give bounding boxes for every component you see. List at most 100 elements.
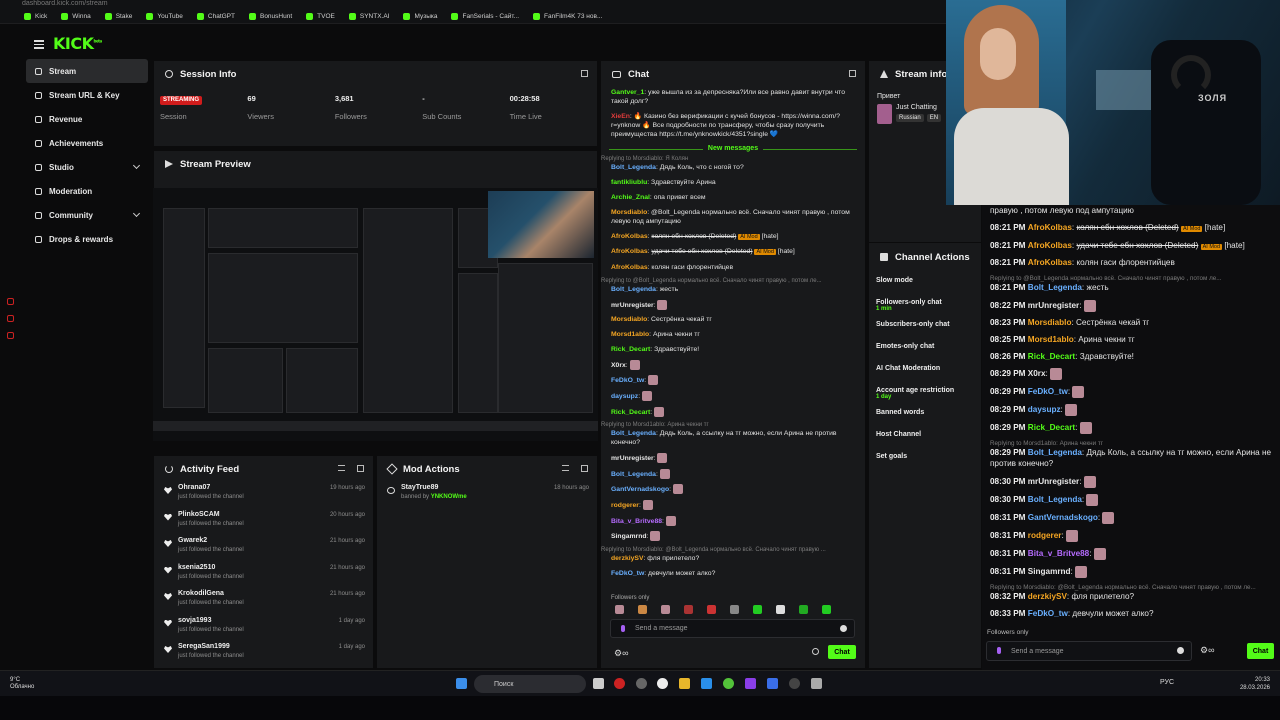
chat-message[interactable]: 08:29 PM X0rx:: [982, 368, 1280, 381]
chat-username[interactable]: AfroKolbas: [1028, 223, 1072, 232]
chat-username[interactable]: Gantver_1: [611, 89, 644, 96]
sidebar-item-community[interactable]: Community: [26, 203, 148, 227]
chat-message[interactable]: Bolt_Legenda:: [601, 468, 865, 479]
chat-username[interactable]: AfroKolbas: [1028, 241, 1072, 250]
bookmark-item[interactable]: Kick: [24, 13, 47, 20]
chat-username[interactable]: Bolt_Legenda: [611, 430, 656, 437]
chat-username[interactable]: Singamrnd: [1028, 567, 1071, 576]
chat-message[interactable]: Gantver_1: уже вышла из за депресняка?Ил…: [601, 88, 865, 106]
chat-message[interactable]: 08:31 PM Singamrnd:: [982, 565, 1280, 578]
bookmark-item[interactable]: YouTube: [146, 13, 183, 20]
yandex-icon[interactable]: [657, 678, 668, 689]
chat-username[interactable]: Bolt_Legenda: [1028, 495, 1082, 504]
lock-icon[interactable]: [7, 315, 14, 322]
bookmark-item[interactable]: ChatGPT: [196, 13, 235, 20]
chat-username[interactable]: rodgerer: [1028, 531, 1062, 540]
chat-message[interactable]: Bolt_Legenda: Дядь Коль, что с ногой то?: [601, 163, 865, 172]
opera-icon[interactable]: [614, 678, 625, 689]
chat-message[interactable]: 08:31 PM GantVernadskogo:: [982, 511, 1280, 524]
taskview-icon[interactable]: [593, 678, 604, 689]
channel-action-set-goals[interactable]: Set goals: [869, 453, 981, 475]
chat-message[interactable]: rodgerer:: [601, 499, 865, 510]
sidebar-item-achievements[interactable]: Achievements: [26, 131, 148, 155]
chat-message[interactable]: Morsdiablo: @Bolt_Legenda нормально всё.…: [601, 208, 865, 226]
sidebar-item-stream-url-key[interactable]: Stream URL & Key: [26, 83, 148, 107]
popout-icon[interactable]: [581, 70, 588, 77]
mod-action-moderator[interactable]: YNKNOWme: [431, 494, 467, 500]
bookmark-item[interactable]: SYNTX.AI: [348, 13, 389, 20]
chat-username[interactable]: AfroKolbas: [1028, 258, 1072, 267]
chat-message[interactable]: 08:31 PM Bita_v_Britve88:: [982, 547, 1280, 560]
chat-username[interactable]: Rick_Decart: [611, 346, 650, 353]
chat-message[interactable]: FeDkO_tw: девчули может алко?: [601, 569, 865, 578]
activity-item[interactable]: Ohrana07 just followed the channel 19 hour…: [162, 484, 373, 511]
chat-username[interactable]: mrUnregister: [611, 455, 654, 462]
chat-message[interactable]: mrUnregister:: [601, 453, 865, 464]
chat-message[interactable]: mrUnregister:: [601, 299, 865, 310]
start-icon[interactable]: [456, 678, 467, 689]
chat-username[interactable]: GantVernadskogo: [1028, 513, 1098, 522]
tag-chip[interactable]: EN: [926, 114, 942, 122]
emoji-icon[interactable]: [1177, 647, 1184, 654]
chat-message[interactable]: Singamrnd:: [601, 531, 865, 542]
mod-action-item[interactable]: StayTrue89 banned by YNKNOWme 18 hours a…: [385, 484, 597, 511]
chat-message[interactable]: XieEn: 🔥 Казино без верификации с кучей …: [601, 112, 865, 140]
chat-message[interactable]: 08:26 PM Rick_Decart: Здравствуйте!: [982, 352, 1280, 363]
twitch-icon[interactable]: [745, 678, 756, 689]
chat-username[interactable]: mrUnregister: [611, 302, 654, 309]
chat-message[interactable]: X0rx:: [601, 359, 865, 370]
chat-username[interactable]: daysupz: [611, 393, 638, 400]
popout-icon[interactable]: [357, 465, 364, 472]
chat-username[interactable]: FeDkO_tw: [1028, 388, 1068, 397]
chat-username[interactable]: FeDkO_tw: [1028, 609, 1068, 618]
telegram-icon[interactable]: [701, 678, 712, 689]
menu-icon[interactable]: [34, 38, 44, 51]
chat-message[interactable]: 08:23 PM Morsdiablo: Сестрёнка чекай тг: [982, 318, 1280, 329]
overlay-chat-input[interactable]: Send a message: [986, 641, 1192, 661]
activity-item[interactable]: SeregaSan1999 just followed the channel 1 …: [162, 643, 373, 670]
chat-message[interactable]: 08:30 PM mrUnregister:: [982, 475, 1280, 488]
app-icon[interactable]: [767, 678, 778, 689]
chat-username[interactable]: Rick_Decart: [1028, 352, 1075, 361]
chat-username[interactable]: GantVernadskogo: [611, 486, 669, 493]
chat-username[interactable]: FeDkO_tw: [611, 377, 644, 384]
bookmark-item[interactable]: BonusHunt: [248, 13, 292, 20]
category-thumbnail[interactable]: [877, 104, 892, 124]
filter-icon[interactable]: [338, 465, 345, 471]
chat-settings-icons[interactable]: ⚙∞: [1200, 645, 1214, 656]
chat-message[interactable]: Archie_Znal: опа привет всем: [601, 193, 865, 202]
chat-message[interactable]: 08:30 PM Bolt_Legenda:: [982, 493, 1280, 506]
address-bar[interactable]: dashboard.kick.com/stream: [22, 0, 108, 8]
chat-username[interactable]: Singamrnd: [611, 533, 647, 540]
chat-username[interactable]: Morsdiablo: [611, 316, 647, 323]
activity-item[interactable]: KrokodilGena just followed the channel 21 …: [162, 590, 373, 617]
chat-username[interactable]: Morsdiablo: [1028, 318, 1072, 327]
sidebar-item-studio[interactable]: Studio: [26, 155, 148, 179]
chevron-down-icon[interactable]: [132, 161, 141, 170]
chat-message[interactable]: derzkiySV: фля прилетело?: [601, 554, 865, 563]
chat-username[interactable]: Rick_Decart: [1028, 424, 1075, 433]
chat-message[interactable]: 08:29 PM Rick_Decart:: [982, 422, 1280, 435]
app-icon[interactable]: [723, 678, 734, 689]
chat-message[interactable]: Bolt_Legenda: Дядь Коль, а ссылку на тг …: [601, 429, 865, 447]
chat-message[interactable]: 08:21 PM AfroKolbas: удачи тебе ебн хохл…: [982, 241, 1280, 253]
bookmark-item[interactable]: Winna: [61, 13, 91, 20]
chat-message[interactable]: Bita_v_Britve88:: [601, 515, 865, 526]
chat-message[interactable]: GantVernadskogo:: [601, 484, 865, 495]
activity-item[interactable]: PlinkoSCAM just followed the channel 20 ho…: [162, 511, 373, 538]
chat-message[interactable]: правую , потом левую под ампутацию: [982, 206, 1280, 217]
chat-message[interactable]: AfroKolbas: удачи тебе ебн хохлов (Delet…: [601, 247, 865, 257]
sidebar-item-revenue[interactable]: Revenue: [26, 107, 148, 131]
stream-preview-video[interactable]: [153, 188, 598, 441]
chat-message[interactable]: fantikliublu: Здравствуйте Арина: [601, 178, 865, 187]
kick-logo[interactable]: KICKbeta: [53, 34, 102, 53]
gear-icon[interactable]: [812, 648, 819, 655]
chat-username[interactable]: Archie_Znal: [611, 194, 650, 201]
chat-username[interactable]: Morsd1ablo: [611, 331, 649, 338]
chat-message[interactable]: 08:32 PM derzkiySV: фля прилетело?: [982, 592, 1280, 603]
chat-username[interactable]: Bolt_Legenda: [611, 471, 656, 478]
chat-message[interactable]: 08:21 PM Bolt_Legenda: жесть: [982, 283, 1280, 294]
bookmark-item[interactable]: Музыка: [403, 13, 437, 20]
activity-item[interactable]: sovja1993 just followed the channel 1 day …: [162, 617, 373, 644]
category-name[interactable]: Just Chatting: [896, 104, 941, 111]
